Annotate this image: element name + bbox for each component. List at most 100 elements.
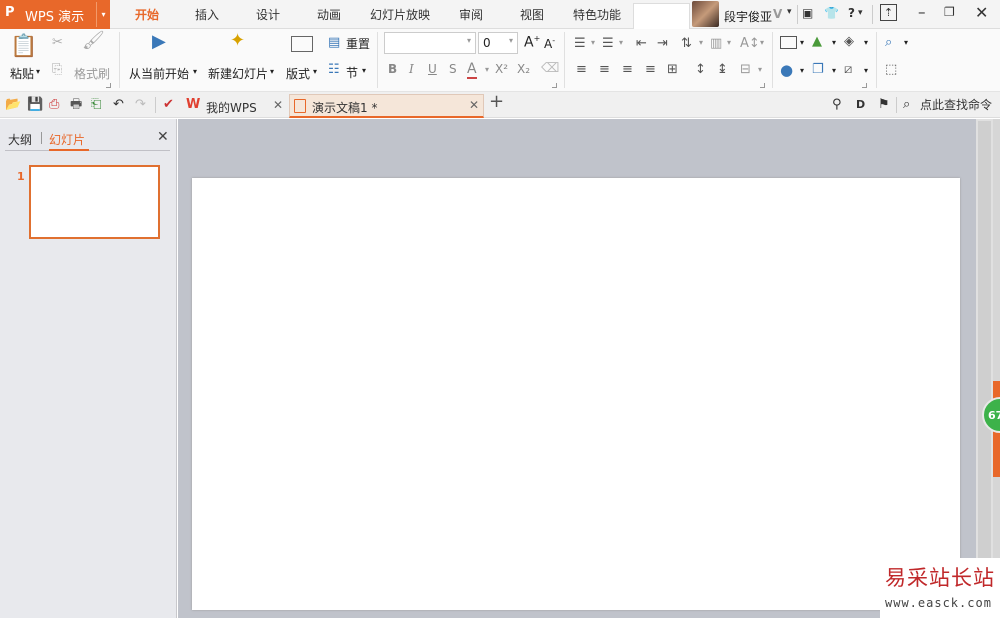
- tab-review[interactable]: 审阅: [446, 0, 496, 29]
- tab-design[interactable]: 设计: [243, 0, 293, 29]
- font-color-button[interactable]: A: [467, 61, 477, 79]
- arrange-dropdown-icon[interactable]: ▾: [832, 66, 836, 75]
- scrollbar-track[interactable]: [978, 121, 991, 613]
- text-direction-dropdown-icon[interactable]: ▾: [760, 38, 764, 47]
- print-icon[interactable]: 🖶: [70, 97, 82, 112]
- from-current-dropdown-icon[interactable]: ▾: [193, 67, 197, 76]
- section-icon[interactable]: ☷: [328, 63, 340, 77]
- shapes-dropdown-icon[interactable]: ▾: [800, 66, 804, 75]
- play-from-current-icon[interactable]: ▶: [152, 33, 166, 51]
- reset-button[interactable]: 重置: [346, 35, 370, 52]
- tab-slideshow[interactable]: 幻灯片放映: [365, 0, 435, 29]
- font-launcher-icon[interactable]: [552, 83, 557, 88]
- tab-home[interactable]: 开始: [120, 0, 174, 29]
- close-icon[interactable]: ✕: [975, 3, 988, 22]
- user-avatar[interactable]: [692, 1, 719, 27]
- numbering-dropdown-icon[interactable]: ▾: [619, 38, 623, 47]
- share-icon[interactable]: ⚑: [878, 97, 890, 112]
- picture-icon[interactable]: ▲: [812, 35, 822, 49]
- underline-button[interactable]: U: [428, 62, 437, 76]
- tab-view[interactable]: 视图: [507, 0, 557, 29]
- section-button[interactable]: 节: [346, 64, 358, 81]
- tab-slides[interactable]: 幻灯片: [49, 131, 85, 148]
- columns-dropdown-icon[interactable]: ▾: [727, 38, 731, 47]
- copy-icon[interactable]: ⎘: [52, 63, 62, 77]
- font-name-combo[interactable]: [384, 32, 476, 54]
- columns-icon[interactable]: ▥: [710, 37, 722, 51]
- bullets-dropdown-icon[interactable]: ▾: [591, 38, 595, 47]
- font-name-dropdown-icon[interactable]: ▾: [467, 36, 471, 45]
- outline-icon[interactable]: ⧄: [844, 63, 852, 77]
- paragraph-launcher-icon[interactable]: [760, 83, 765, 88]
- reset-icon[interactable]: ▤: [328, 36, 340, 50]
- minimize-icon[interactable]: –: [918, 3, 926, 21]
- tab-document[interactable]: 演示文稿1 * ✕: [289, 94, 484, 118]
- bullets-icon[interactable]: ☰: [574, 37, 586, 51]
- select-icon[interactable]: ⬚: [885, 63, 897, 77]
- slide-canvas[interactable]: [192, 178, 960, 610]
- cut-icon[interactable]: ✂: [52, 36, 63, 50]
- format-painter-icon[interactable]: 🖌: [82, 32, 105, 50]
- new-slide-dropdown-icon[interactable]: ▾: [270, 67, 274, 76]
- textbox-dropdown-icon[interactable]: ▾: [800, 38, 804, 47]
- italic-button[interactable]: I: [409, 62, 414, 76]
- shrink-font-icon[interactable]: A-: [544, 36, 555, 51]
- tab-my-wps[interactable]: W 我的WPS ✕: [180, 94, 288, 118]
- text-direction-icon[interactable]: A↕: [740, 37, 760, 51]
- print-manager-icon[interactable]: ▣: [802, 6, 813, 20]
- tab-my-wps-close-icon[interactable]: ✕: [273, 98, 283, 112]
- tab-outline[interactable]: 大纲: [8, 131, 32, 148]
- help-dropdown-icon[interactable]: ▾: [858, 8, 863, 18]
- font-size-value[interactable]: 0: [483, 36, 491, 50]
- grow-font-icon[interactable]: A+: [524, 34, 540, 51]
- open-icon[interactable]: 📂: [5, 97, 21, 112]
- undo-icon[interactable]: ↶: [113, 97, 124, 112]
- clipboard-launcher-icon[interactable]: [106, 83, 111, 88]
- align-left-icon[interactable]: ≡: [576, 63, 587, 77]
- new-slide-button[interactable]: 新建幻灯片: [208, 65, 268, 82]
- layout-icon[interactable]: [291, 36, 313, 52]
- drawing-launcher-icon[interactable]: [862, 83, 867, 88]
- text-align-dropdown-icon[interactable]: ▾: [758, 65, 762, 74]
- line-spacing-dropdown-icon[interactable]: ▾: [699, 38, 703, 47]
- clear-format-icon[interactable]: ⌫: [541, 62, 559, 76]
- justify-icon[interactable]: ≡: [645, 63, 656, 77]
- textbox-icon[interactable]: [780, 36, 797, 49]
- command-search-input[interactable]: 点此查找命令: [920, 98, 992, 113]
- strikethrough-button[interactable]: S: [449, 62, 457, 76]
- paste-dropdown-icon[interactable]: ▾: [36, 67, 40, 76]
- line-spacing-adjust-icon[interactable]: ↨: [717, 63, 728, 77]
- vertical-scrollbar[interactable]: [976, 119, 993, 618]
- superscript-button[interactable]: X²: [495, 62, 508, 76]
- restore-icon[interactable]: ❐: [944, 5, 955, 19]
- save-icon[interactable]: 💾: [27, 97, 43, 112]
- help-icon[interactable]: ?: [848, 6, 855, 20]
- find-replace-icon[interactable]: ⌕: [885, 36, 892, 50]
- section-dropdown-icon[interactable]: ▾: [362, 66, 366, 75]
- print-preview-icon[interactable]: ⎗: [91, 97, 101, 112]
- subscript-button[interactable]: X₂: [517, 62, 530, 76]
- paragraph-spacing-icon[interactable]: ↕: [695, 63, 706, 77]
- tab-special[interactable]: 特色功能: [568, 0, 626, 29]
- cloud-sync-icon[interactable]: D: [856, 97, 865, 112]
- user-name[interactable]: 段宇俊亚: [724, 8, 772, 25]
- decrease-indent-icon[interactable]: ⇤: [636, 37, 647, 51]
- picture-dropdown-icon[interactable]: ▾: [832, 38, 836, 47]
- align-right-icon[interactable]: ≡: [622, 63, 633, 77]
- bold-button[interactable]: B: [388, 62, 397, 76]
- layout-button[interactable]: 版式: [286, 65, 310, 82]
- paste-icon[interactable]: 📋: [10, 35, 37, 59]
- numbering-icon[interactable]: ☰: [602, 37, 614, 51]
- paste-button[interactable]: 粘贴: [10, 65, 34, 82]
- text-align-icon[interactable]: ⊟: [740, 63, 751, 77]
- redo-icon[interactable]: ↷: [135, 97, 146, 112]
- tab-insert[interactable]: 插入: [182, 0, 232, 29]
- fill-color-icon[interactable]: ◈: [844, 35, 854, 49]
- pin-icon[interactable]: ⚲: [832, 97, 842, 112]
- customize-qat-icon[interactable]: ✔: [163, 97, 174, 112]
- new-slide-icon[interactable]: ✦: [230, 32, 245, 50]
- fill-color-dropdown-icon[interactable]: ▾: [864, 38, 868, 47]
- format-painter-button[interactable]: 格式刷: [74, 65, 110, 82]
- app-menu-button[interactable]: P WPS 演示 ▾: [0, 0, 110, 29]
- close-panel-icon[interactable]: ✕: [157, 129, 169, 145]
